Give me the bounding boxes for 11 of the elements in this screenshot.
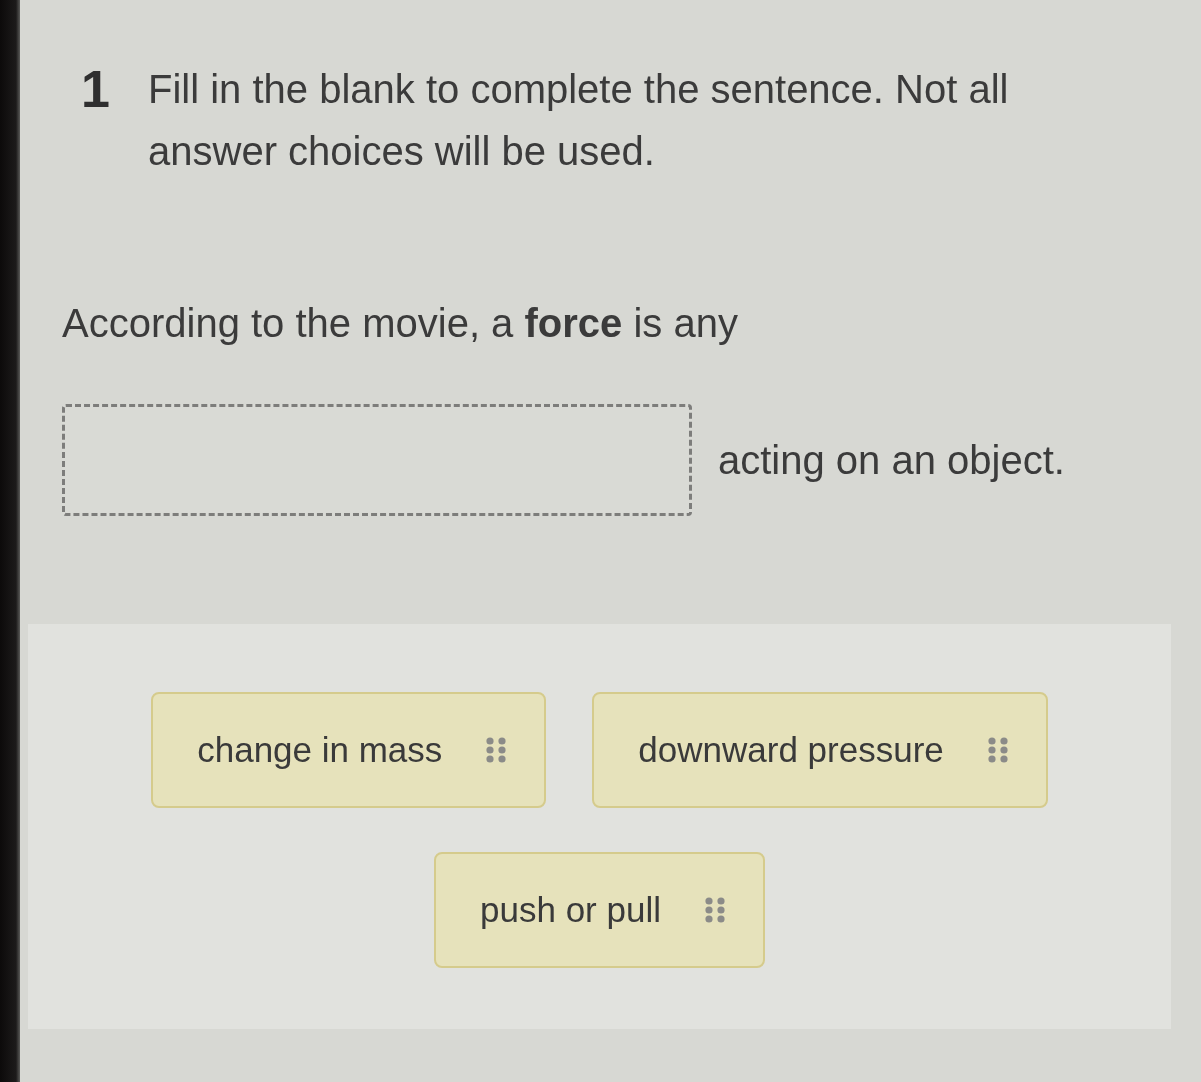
answer-choice-card[interactable]: push or pull <box>434 852 765 968</box>
answer-choice-card[interactable]: change in mass <box>151 692 547 808</box>
answer-blank[interactable] <box>62 404 692 516</box>
answer-choice-card[interactable]: downward pressure <box>592 692 1048 808</box>
drag-handle-icon[interactable] <box>987 737 1008 763</box>
drag-handle-icon[interactable] <box>704 897 725 923</box>
sentence-text: According to the movie, a force is any <box>62 300 738 347</box>
sentence-text: acting on an object. <box>718 437 1065 484</box>
instruction-text: Fill in the blank to complete the sentence. Not all answer choices will be used. <box>148 66 1010 175</box>
drag-handle-icon[interactable] <box>486 737 507 763</box>
question-number: 1 <box>80 59 111 120</box>
